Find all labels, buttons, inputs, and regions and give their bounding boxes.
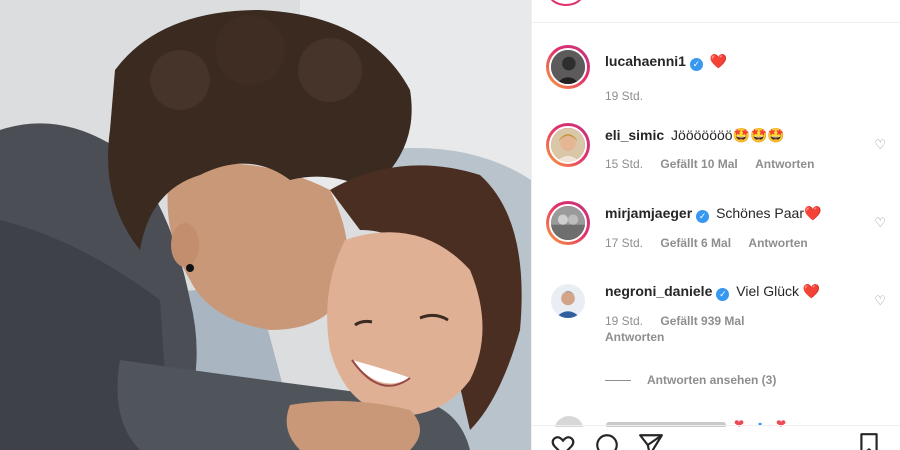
header-divider	[532, 22, 900, 23]
avatar-image	[551, 206, 585, 240]
comment-time[interactable]: 19 Std.	[605, 314, 643, 328]
comment-item: eli_simic Jööööööö🤩🤩🤩 15 Std. Gefällt 10…	[546, 123, 886, 183]
replies-line	[605, 380, 631, 382]
share-icon[interactable]	[638, 432, 664, 450]
comment-username[interactable]: eli_simic	[605, 127, 664, 143]
avatar[interactable]	[546, 279, 590, 323]
verified-badge-icon: ✓	[716, 288, 730, 301]
heart-icon[interactable]	[550, 432, 576, 450]
verified-badge-icon: ✓	[696, 210, 710, 223]
reply-button[interactable]: Antworten	[755, 157, 814, 171]
actions-divider	[532, 425, 900, 426]
comment-username[interactable]: mirjamjaeger	[605, 205, 692, 221]
comment-time[interactable]: 19 Std.	[605, 89, 643, 103]
comment-likes[interactable]: Gefällt 10 Mal	[660, 157, 737, 171]
post-actions-bar	[546, 432, 886, 450]
avatar[interactable]	[546, 45, 590, 89]
avatar-image	[551, 284, 585, 318]
comment-text: Jööööööö🤩🤩🤩	[671, 127, 785, 143]
avatar-image	[551, 50, 585, 84]
comment-username[interactable]: lucahaenni1	[605, 53, 686, 69]
comment-text: Viel Glück ❤️	[736, 283, 821, 299]
comment-icon[interactable]	[594, 432, 620, 450]
view-replies-label: Antworten ansehen (3)	[647, 373, 777, 387]
reply-button[interactable]: Antworten	[605, 330, 664, 344]
comment-item: mirjamjaeger ✓ Schönes Paar❤️ 17 Std. Gef…	[546, 201, 886, 261]
reply-button[interactable]: Antworten	[748, 236, 807, 250]
avatar-image	[551, 128, 585, 162]
bookmark-icon[interactable]	[856, 432, 882, 450]
avatar[interactable]	[546, 123, 590, 167]
comment-time[interactable]: 15 Std.	[605, 157, 643, 171]
comment-time[interactable]: 17 Std.	[605, 236, 643, 250]
comment-item: negroni_daniele ✓ Viel Glück ❤️ 19 Std. G…	[546, 279, 886, 359]
comment-likes[interactable]: Gefällt 939 Mal	[660, 314, 744, 328]
comment-like-heart-icon[interactable]: ♡	[874, 137, 886, 153]
comment-text: ❤️	[709, 53, 728, 69]
comment-like-heart-icon[interactable]: ♡	[874, 215, 886, 231]
comment-username[interactable]: negroni_daniele	[605, 283, 712, 299]
comment-like-heart-icon[interactable]: ♡	[874, 293, 886, 309]
couple-photo-illustration	[0, 0, 531, 450]
comment-likes[interactable]: Gefällt 6 Mal	[660, 236, 731, 250]
comment-item: lucahaenni1 ✓ ❤️ 19 Std.	[546, 45, 886, 105]
comment-text: Schönes Paar❤️	[716, 205, 822, 221]
post-author-avatar[interactable]	[548, 0, 584, 6]
verified-badge-icon: ✓	[689, 58, 703, 71]
comments-panel: lucahaenni1 ✓ ❤️ 19 Std. eli_simic Jööööö…	[531, 0, 900, 450]
avatar[interactable]	[546, 201, 590, 245]
view-replies-button[interactable]: Antworten ansehen (3)	[605, 373, 776, 387]
post-photo[interactable]	[0, 0, 531, 450]
